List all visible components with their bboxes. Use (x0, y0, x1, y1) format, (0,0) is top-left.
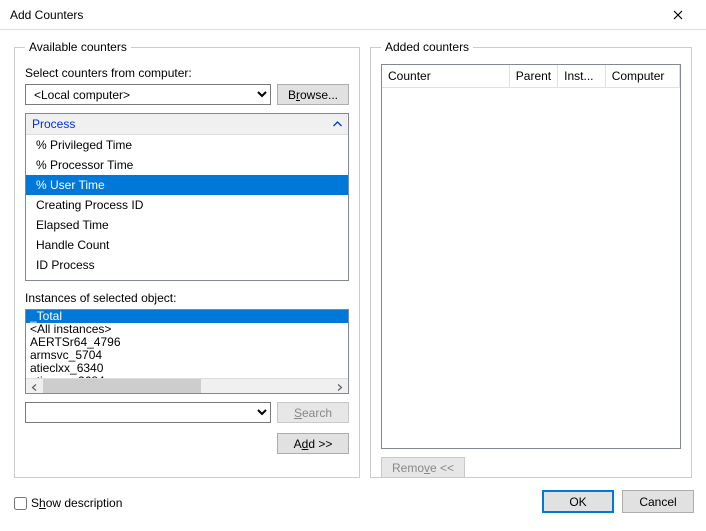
instances-horizontal-scrollbar[interactable] (26, 378, 348, 394)
counter-category-name: Process (32, 117, 75, 131)
scroll-left-icon[interactable] (26, 379, 43, 394)
counter-category-header[interactable]: Process (26, 114, 348, 135)
ok-button[interactable]: OK (542, 490, 614, 513)
show-description-checkbox[interactable]: Show description (14, 496, 122, 510)
scroll-thumb[interactable] (43, 379, 201, 394)
added-counters-group: Added counters Counter Parent Inst... Co… (370, 40, 692, 478)
chevron-up-icon (333, 119, 342, 130)
select-computer-label: Select counters from computer: (25, 66, 349, 80)
counter-item[interactable]: IO Data Bytes/sec (26, 275, 348, 281)
counter-item[interactable]: % Privileged Time (26, 135, 348, 155)
col-instance[interactable]: Inst... (558, 65, 606, 88)
col-parent[interactable]: Parent (509, 65, 557, 88)
instances-listbox[interactable]: _Total<All instances>AERTSr64_4796armsvc… (25, 309, 349, 394)
footer-buttons: OK Cancel (542, 490, 694, 513)
added-counters-table-wrap[interactable]: Counter Parent Inst... Computer (381, 64, 681, 449)
show-description-label: Show description (31, 496, 122, 510)
added-counters-legend: Added counters (381, 40, 473, 54)
scroll-track[interactable] (43, 379, 331, 394)
show-description-input[interactable] (14, 497, 27, 510)
add-button[interactable]: Add >> (277, 433, 349, 454)
close-icon (673, 10, 683, 20)
counter-item[interactable]: ID Process (26, 255, 348, 275)
close-button[interactable] (658, 1, 698, 29)
search-combo[interactable] (25, 402, 271, 423)
counter-item[interactable]: % Processor Time (26, 155, 348, 175)
dialog-content: Available counters Select counters from … (0, 30, 706, 531)
col-computer[interactable]: Computer (605, 65, 679, 88)
counter-item[interactable]: Handle Count (26, 235, 348, 255)
available-counters-legend: Available counters (25, 40, 131, 54)
cancel-button[interactable]: Cancel (622, 490, 694, 513)
added-counters-table: Counter Parent Inst... Computer (382, 65, 680, 88)
scroll-right-icon[interactable] (331, 379, 348, 394)
counter-item[interactable]: % User Time (26, 175, 348, 195)
search-button: Search (277, 402, 349, 423)
available-counters-group: Available counters Select counters from … (14, 40, 360, 478)
instances-label: Instances of selected object: (25, 291, 349, 305)
browse-button[interactable]: Browse... (277, 84, 349, 105)
titlebar: Add Counters (0, 0, 706, 30)
remove-button: Remove << (381, 457, 465, 478)
counter-item[interactable]: Creating Process ID (26, 195, 348, 215)
counters-listbox[interactable]: Process % Privileged Time% Processor Tim… (25, 113, 349, 281)
window-title: Add Counters (10, 8, 658, 22)
computer-combo[interactable]: <Local computer> (25, 84, 271, 105)
col-counter[interactable]: Counter (382, 65, 509, 88)
counter-item[interactable]: Elapsed Time (26, 215, 348, 235)
